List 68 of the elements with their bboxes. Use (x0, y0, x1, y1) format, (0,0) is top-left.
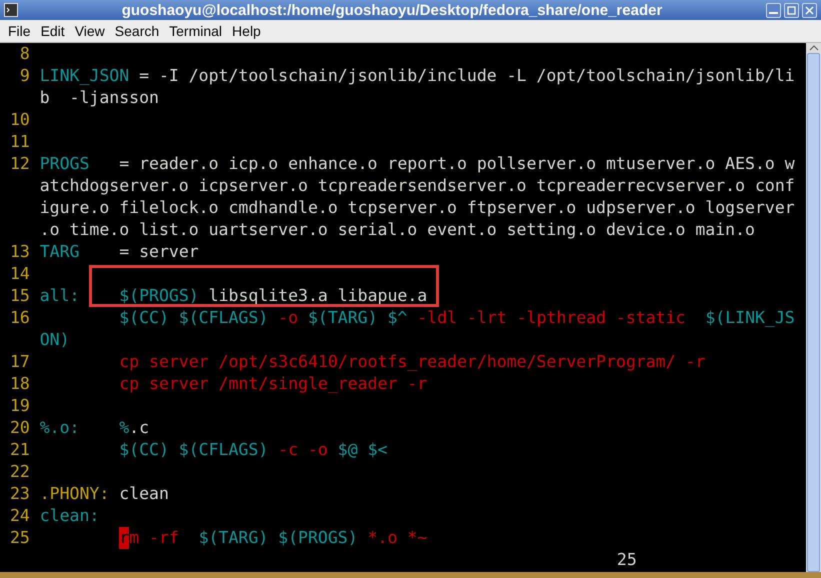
line-number: 15 (10, 285, 30, 307)
code-text: % (119, 417, 130, 439)
code-text: igure.o filelock.o cmdhandle.o tcpserver.o ftpserver.o udpserver.o logserver (40, 197, 795, 219)
code-text: b -ljansson (40, 87, 159, 109)
code-text: PROGS (40, 153, 90, 175)
code-text: libsqlite3.a libapue.a (208, 285, 428, 307)
text-cursor: r (119, 527, 130, 549)
terminal-icon (4, 3, 18, 17)
line-number: 19 (10, 395, 30, 417)
code-text: .o time.o list.o uartserver.o serial.o event.o setting.o device.o main.o (40, 219, 755, 241)
code-text: -c -o (277, 439, 329, 461)
code-text: *.o *~ (366, 527, 428, 549)
code-text: all: (40, 285, 80, 307)
code-text: $(TARG) $(PROGS) (198, 527, 358, 549)
line-number: 10 (10, 109, 30, 131)
scroll-up-icon (808, 43, 820, 53)
code-text: cp server /mnt/single_reader -r (119, 373, 428, 395)
menu-item[interactable]: File (3, 24, 36, 38)
code-text: $@ $< (338, 439, 388, 461)
line-number: 17 (10, 351, 30, 373)
close-button[interactable] (802, 2, 817, 18)
code-text: = server (118, 241, 199, 263)
code-text: m -rf (129, 527, 180, 549)
code-text: clean: (40, 505, 100, 527)
code-text: -ldl -lrt -lpthread -static (416, 307, 686, 329)
minimize-icon (769, 12, 778, 14)
line-number: 25 (10, 527, 30, 549)
maximize-icon (787, 6, 796, 14)
line-number: 21 (10, 439, 30, 461)
code-text: $(PROGS) (119, 285, 199, 307)
code-text: $(TARG) $^ (308, 307, 408, 329)
code-text: ON) (40, 329, 70, 351)
code-text: LINK_JSON (40, 65, 130, 87)
code-text: %.o: (40, 417, 80, 439)
line-number: 24 (10, 505, 30, 527)
menu-item[interactable]: View (70, 24, 110, 38)
code-text: = -I /opt/toolschain/jsonlib/include -L /opt/toolschain/jsonlib/li (138, 65, 795, 87)
line-number: 14 (10, 263, 30, 285)
code-text: $(CC) $(CFLAGS) (119, 439, 268, 461)
line-number: 16 (10, 307, 30, 329)
code-text: .PHONY: (40, 483, 110, 505)
code-text: $(LINK_JS (705, 307, 795, 329)
code-text: = reader.o icp.o enhance.o report.o pollserver.o mtuserver.o AES.o w (118, 153, 795, 175)
menu-item[interactable]: Help (227, 24, 266, 38)
cursor-position: 25 (616, 549, 637, 571)
line-number: 13 (10, 241, 30, 263)
menu-item[interactable]: Terminal (164, 24, 228, 38)
line-number: 12 (10, 153, 30, 175)
maximize-button[interactable] (784, 2, 799, 18)
code-text: cp server /opt/s3c6410/rootfs_reader/home/ServerProgram/ -r (119, 351, 706, 373)
line-number: 22 (10, 461, 30, 483)
code-text: TARG (40, 241, 80, 263)
line-number: 23 (10, 483, 30, 505)
line-number: 18 (10, 373, 30, 395)
menu-item[interactable]: Search (110, 24, 164, 38)
line-number: 8 (20, 43, 30, 65)
code-text: $(CC) $(CFLAGS) (119, 307, 268, 329)
code-text: clean (118, 483, 169, 505)
code-text: atchdogserver.o icpserver.o tcpreadersendserver.o tcpreaderrecvserver.o conf (40, 175, 795, 197)
menu-item[interactable]: Edit (36, 24, 70, 38)
close-icon (805, 6, 814, 14)
code-text: -o (277, 307, 300, 329)
line-number: 11 (10, 131, 30, 153)
window-title: guoshaoyu@localhost:/home/guoshaoyu/Desktop/fedora_share/one_reader (122, 2, 662, 18)
line-number: 20 (10, 417, 30, 439)
code-text: .c (129, 417, 150, 439)
line-number: 9 (20, 65, 30, 87)
minimize-button[interactable] (766, 2, 781, 18)
